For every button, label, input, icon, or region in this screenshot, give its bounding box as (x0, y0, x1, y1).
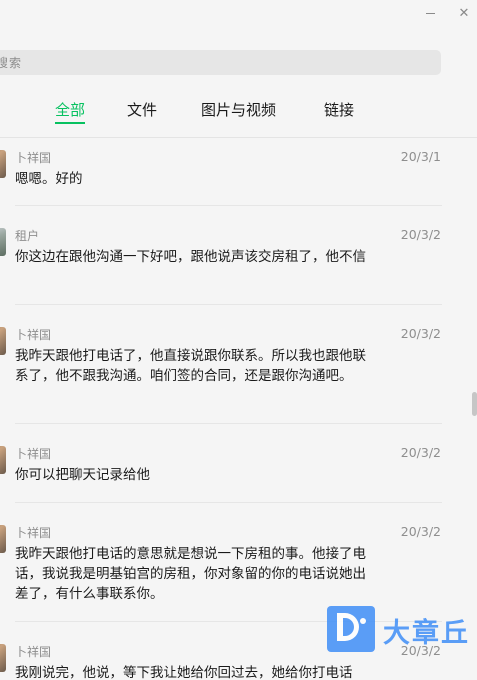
tab-images-videos[interactable]: 图片与视频 (201, 96, 276, 126)
message-date: 20/3/1 (400, 149, 441, 164)
list-item[interactable]: 卜祥国 20/3/2 我昨天跟他打电话了，他直接说跟你联系。所以我也跟他联系了，… (0, 315, 462, 427)
message-text: 我昨天跟他打电话了，他直接说跟你联系。所以我也跟他联系了，他不跟我沟通。咱们签的… (15, 348, 366, 384)
sender-name: 卜祥国 (15, 526, 52, 540)
list-item[interactable]: 租户 20/3/2 你这边在跟他沟通一下好吧，跟他说声该交房租了，他不信 (0, 216, 462, 306)
sender-name: 卜祥国 (15, 328, 52, 342)
divider (15, 304, 442, 305)
avatar (0, 644, 6, 672)
sender-name: 卜祥国 (15, 447, 52, 461)
avatar (0, 525, 6, 553)
avatar (0, 150, 6, 178)
message-date: 20/3/2 (400, 326, 441, 341)
watermark-logo-icon (327, 606, 375, 652)
title-bar: ✕ (0, 0, 477, 30)
search-input[interactable]: 搜索 (0, 50, 441, 75)
divider (15, 423, 442, 424)
search-placeholder: 搜索 (0, 56, 23, 70)
minimize-icon[interactable] (416, 2, 444, 24)
message-text: 我刚说完，他说，等下我让她给你回过去，她给你打电话 (15, 665, 353, 680)
close-icon[interactable]: ✕ (450, 2, 477, 24)
message-text: 你这边在跟他沟通一下好吧，跟他说声该交房租了，他不信 (15, 249, 366, 265)
tab-files[interactable]: 文件 (127, 96, 157, 126)
message-text: 嗯嗯。好的 (15, 171, 83, 187)
watermark-text: 大章丘 (383, 618, 470, 649)
tab-links[interactable]: 链接 (324, 96, 354, 126)
message-text: 我昨天跟他打电话的意思就是想说一下房租的事。他接了电话，我说我是明基铂宫的房租，… (15, 546, 366, 602)
message-date: 20/3/2 (400, 445, 441, 460)
tab-files-label: 文件 (127, 101, 158, 119)
tab-all[interactable]: 全部 (55, 96, 86, 126)
watermark: 大章丘 (327, 606, 477, 652)
message-list: 卜祥国 20/3/1 嗯嗯。好的 租户 20/3/2 你这边在跟他沟通一下好吧，… (0, 138, 462, 680)
filter-tabs: 全部 文件 图片与视频 链接 (0, 96, 477, 128)
scrollbar-thumb[interactable] (472, 392, 477, 416)
sender-name: 租户 (15, 229, 40, 243)
list-item[interactable]: 卜祥国 20/3/2 你可以把聊天记录给他 (0, 434, 462, 502)
avatar (0, 446, 6, 474)
avatar (0, 327, 6, 355)
list-item[interactable]: 卜祥国 20/3/1 嗯嗯。好的 (0, 138, 462, 206)
divider (15, 205, 442, 206)
avatar (0, 228, 6, 256)
tab-all-label: 全部 (55, 101, 86, 119)
tab-images-videos-label: 图片与视频 (201, 101, 277, 119)
divider (15, 502, 442, 503)
message-date: 20/3/2 (400, 227, 441, 242)
tab-links-label: 链接 (324, 101, 355, 119)
message-text: 你可以把聊天记录给他 (15, 467, 150, 483)
sender-name: 卜祥国 (15, 645, 52, 659)
message-date: 20/3/2 (400, 524, 441, 539)
active-tab-indicator (55, 122, 86, 124)
sender-name: 卜祥国 (15, 151, 52, 165)
